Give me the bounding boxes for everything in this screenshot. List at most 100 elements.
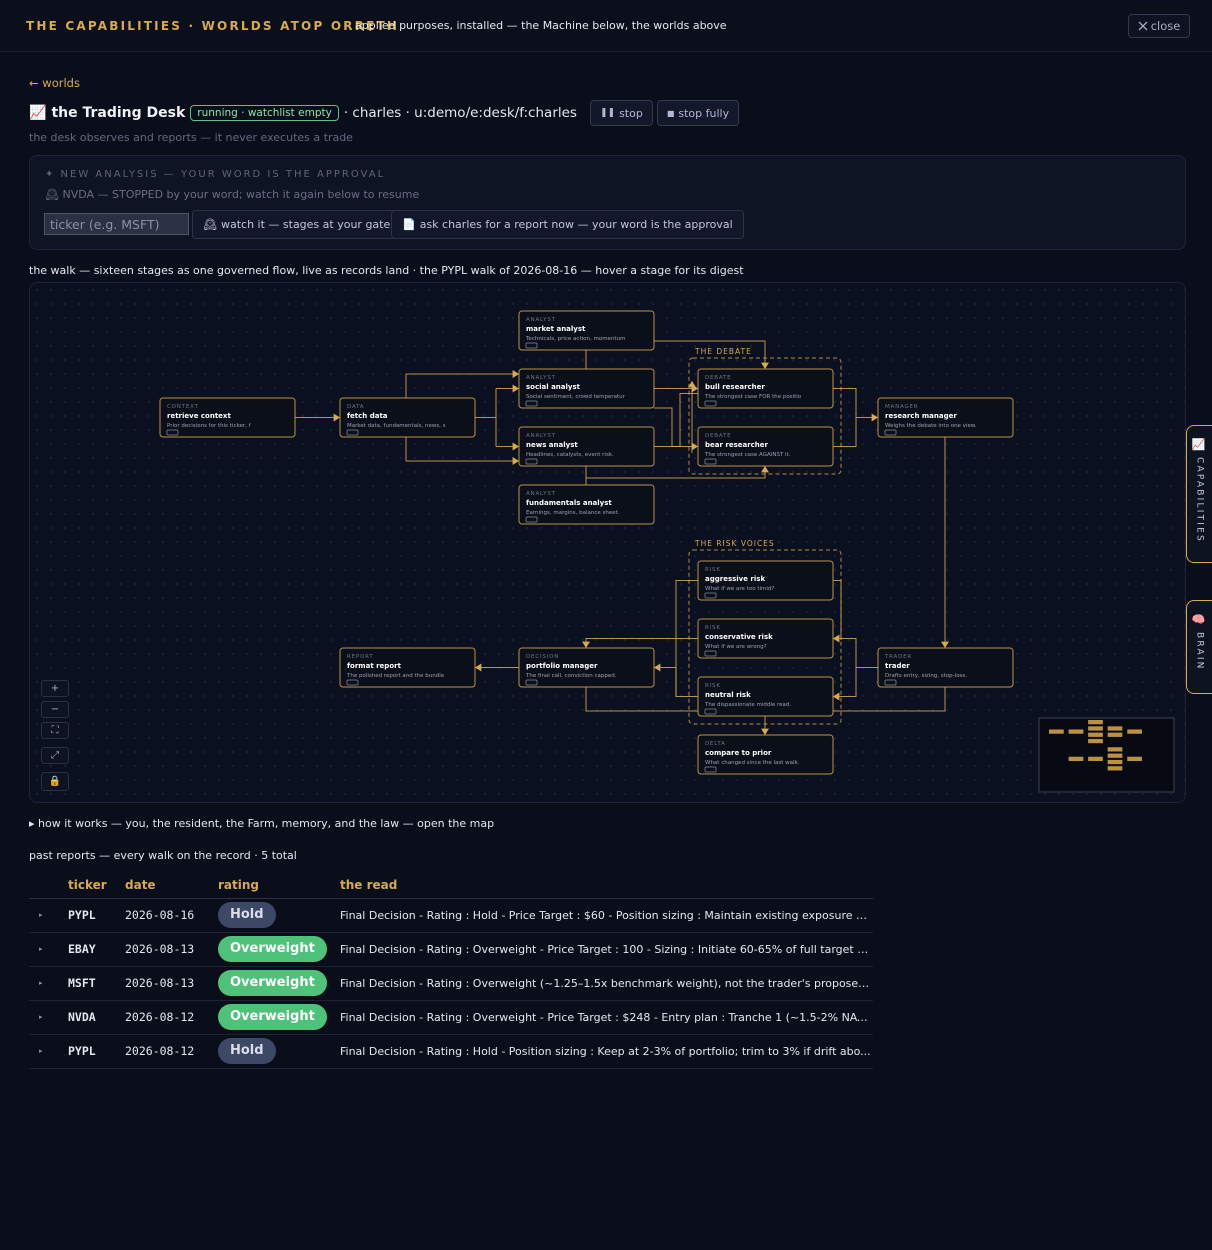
flow-edge bbox=[654, 393, 698, 447]
stage-bear[interactable]: DEBATE bear researcher The strongest case … bbox=[697, 426, 834, 467]
stage-fundamentals[interactable]: ANALYST fundamentals analyst Earnings, mar… bbox=[518, 484, 655, 525]
stage-report[interactable]: REPORT format report The polished report a… bbox=[339, 647, 476, 688]
stage-desc: The strongest case FOR the positio bbox=[704, 394, 802, 400]
walk-caption: the walk — sixteen stages as one governe… bbox=[29, 264, 744, 277]
close-button[interactable]: close bbox=[1128, 14, 1190, 38]
table-row[interactable]: ▸ NVDA 2026-08-12 Overweight Final Decision … bbox=[29, 1000, 873, 1035]
ticker-input[interactable] bbox=[44, 213, 189, 235]
stop-fully-label: stop fully bbox=[678, 106, 730, 120]
stage-fetch[interactable]: DATA fetch data Market data, fundamentals,… bbox=[339, 397, 476, 438]
row-date: 2026-08-12 bbox=[125, 1034, 218, 1069]
read-header: the read bbox=[340, 873, 873, 899]
stage-desc: The polished report and the bundle bbox=[346, 673, 445, 679]
row-ticker: PYPL bbox=[68, 1034, 125, 1069]
date-header: date bbox=[125, 873, 218, 899]
past-reports-caption: past reports — every walk on the record … bbox=[29, 849, 297, 862]
minimap-node bbox=[1107, 759, 1123, 765]
stage-social[interactable]: ANALYST social analyst Social sentiment, c… bbox=[518, 368, 655, 409]
flow-arrowhead bbox=[582, 641, 590, 648]
rating-badge: Overweight bbox=[218, 1004, 327, 1030]
table-row[interactable]: ▸ PYPL 2026-08-12 Hold Final Decision - Rati… bbox=[29, 1034, 873, 1069]
flow-arrowhead bbox=[512, 370, 519, 378]
stage-news[interactable]: ANALYST news analyst Headlines, catalysts,… bbox=[518, 426, 655, 467]
stage-kind: ANALYST bbox=[526, 375, 556, 381]
flow-edge bbox=[586, 466, 766, 479]
table-row[interactable]: ▸ EBAY 2026-08-13 Overweight Final Decision … bbox=[29, 932, 873, 967]
how-it-works-toggle[interactable]: ▸ how it works — you, the resident, the … bbox=[29, 817, 494, 830]
expand-row-icon[interactable]: ▸ bbox=[29, 1000, 68, 1035]
row-date: 2026-08-12 bbox=[125, 1000, 218, 1035]
minus-icon: − bbox=[50, 704, 60, 715]
minimap-node bbox=[1127, 756, 1142, 761]
document-icon: 📄 bbox=[402, 218, 416, 231]
flow-arrowhead bbox=[871, 413, 878, 422]
zoom-in-button[interactable]: + bbox=[41, 680, 69, 697]
row-date: 2026-08-13 bbox=[125, 932, 218, 967]
expand-row-icon[interactable]: ▸ bbox=[29, 1034, 68, 1069]
stage-manager[interactable]: MANAGER research manager Weighs the debate… bbox=[877, 397, 1014, 438]
flow-edge bbox=[833, 667, 857, 697]
row-read: Final Decision - Rating : Overweight - P… bbox=[340, 1000, 873, 1035]
stage-trader[interactable]: TRADER trader Drafts entry, sizing, stop-l… bbox=[877, 647, 1014, 688]
fit-view-button[interactable]: ⛶ bbox=[41, 722, 69, 739]
flow-edge bbox=[405, 437, 519, 462]
stage-neutral[interactable]: RISK neutral risk The dispassionate middle… bbox=[697, 676, 834, 717]
back-label: worlds bbox=[42, 76, 80, 90]
stage-bull[interactable]: DEBATE bull researcher The strongest case … bbox=[697, 368, 834, 409]
stage-portfolio[interactable]: DECISION portfolio manager The final call,… bbox=[518, 647, 655, 688]
stage-aggressive[interactable]: RISK aggressive risk What if we are too ti… bbox=[697, 560, 834, 601]
close-label: close bbox=[1150, 19, 1181, 33]
stop-fully-button[interactable]: ■ stop fully bbox=[656, 100, 740, 126]
ticker-header: ticker bbox=[68, 873, 125, 899]
watch-button[interactable]: 🕰 watch it — stages at your gate bbox=[192, 210, 402, 239]
back-to-worlds-link[interactable]: ← worlds bbox=[29, 76, 80, 90]
flow-diagram: THE DEBATE THE RISK VOICES CONTEXT retrieve… bbox=[159, 310, 1175, 793]
table-row[interactable]: ▸ MSFT 2026-08-13 Overweight Final Decision … bbox=[29, 966, 873, 1001]
lock-button[interactable]: 🔒 bbox=[41, 772, 69, 791]
rating-header: rating bbox=[218, 873, 340, 899]
expand-row-icon[interactable]: ▸ bbox=[29, 966, 68, 1001]
stage-delta[interactable]: DELTA compare to prior What changed since … bbox=[697, 734, 834, 775]
row-ticker: MSFT bbox=[68, 966, 125, 1001]
pause-icon: ❚❚ bbox=[599, 108, 616, 118]
expand-row-icon[interactable]: ▸ bbox=[29, 932, 68, 967]
expand-row-icon[interactable]: ▸ bbox=[29, 898, 68, 933]
fullscreen-button[interactable]: ⤢ bbox=[41, 747, 69, 764]
stage-name: news analyst bbox=[526, 441, 578, 449]
analysis-status-text: NVDA — STOPPED by your word; watch it ag… bbox=[62, 188, 420, 201]
capabilities-tab-label: CAPABILITIES bbox=[1194, 457, 1205, 543]
stage-market[interactable]: ANALYST market analyst Technicals, price a… bbox=[518, 310, 655, 351]
stage-kind: ANALYST bbox=[526, 317, 556, 323]
flow-arrowhead bbox=[833, 634, 840, 643]
flow-canvas[interactable]: THE DEBATE THE RISK VOICES CONTEXT retrieve… bbox=[29, 282, 1186, 803]
table-row[interactable]: ▸ PYPL 2026-08-16 Hold Final Decision - Rati… bbox=[29, 898, 873, 933]
desk-subline: the desk observes and reports — it never… bbox=[29, 131, 353, 144]
stage-kind: DEBATE bbox=[705, 375, 731, 381]
stage-kind: ANALYST bbox=[526, 433, 556, 439]
capabilities-tab[interactable]: 📈 CAPABILITIES bbox=[1186, 425, 1212, 563]
flow-arrowhead bbox=[512, 442, 519, 451]
zoom-out-button[interactable]: − bbox=[41, 701, 69, 718]
stop-button[interactable]: ❚❚ stop bbox=[589, 100, 653, 126]
row-rating-cell: Overweight bbox=[218, 932, 340, 967]
flow-arrowhead bbox=[691, 442, 698, 451]
minimap[interactable] bbox=[1038, 717, 1175, 793]
stage-name: aggressive risk bbox=[705, 575, 765, 583]
rating-badge: Overweight bbox=[218, 970, 327, 996]
flow-arrowhead bbox=[833, 692, 840, 701]
stage-kind: DEBATE bbox=[705, 433, 731, 439]
row-rating-cell: Hold bbox=[218, 1034, 340, 1069]
new-analysis-heading: ✦ NEW ANALYSIS — YOUR WORD IS THE APPROV… bbox=[45, 169, 386, 180]
stage-conservative[interactable]: RISK conservative risk What if we are wron… bbox=[697, 618, 834, 659]
ask-report-button[interactable]: 📄 ask charles for a report now — your wor… bbox=[391, 210, 744, 239]
stage-retrieve[interactable]: CONTEXT retrieve context Prior decisions f… bbox=[159, 397, 296, 438]
flow-arrowhead bbox=[761, 728, 769, 735]
minimap-node bbox=[1088, 732, 1103, 737]
row-rating-cell: Hold bbox=[218, 898, 340, 933]
stage-desc: Earnings, margins, balance sheet. bbox=[526, 510, 620, 516]
stop-square-icon: ■ bbox=[666, 108, 675, 118]
brain-tab[interactable]: 🧠 BRAIN bbox=[1186, 600, 1212, 694]
flow-arrowhead bbox=[654, 663, 661, 672]
chart-icon: 📈 bbox=[1191, 438, 1208, 451]
ask-label: ask charles for a report now — your word… bbox=[419, 218, 733, 231]
